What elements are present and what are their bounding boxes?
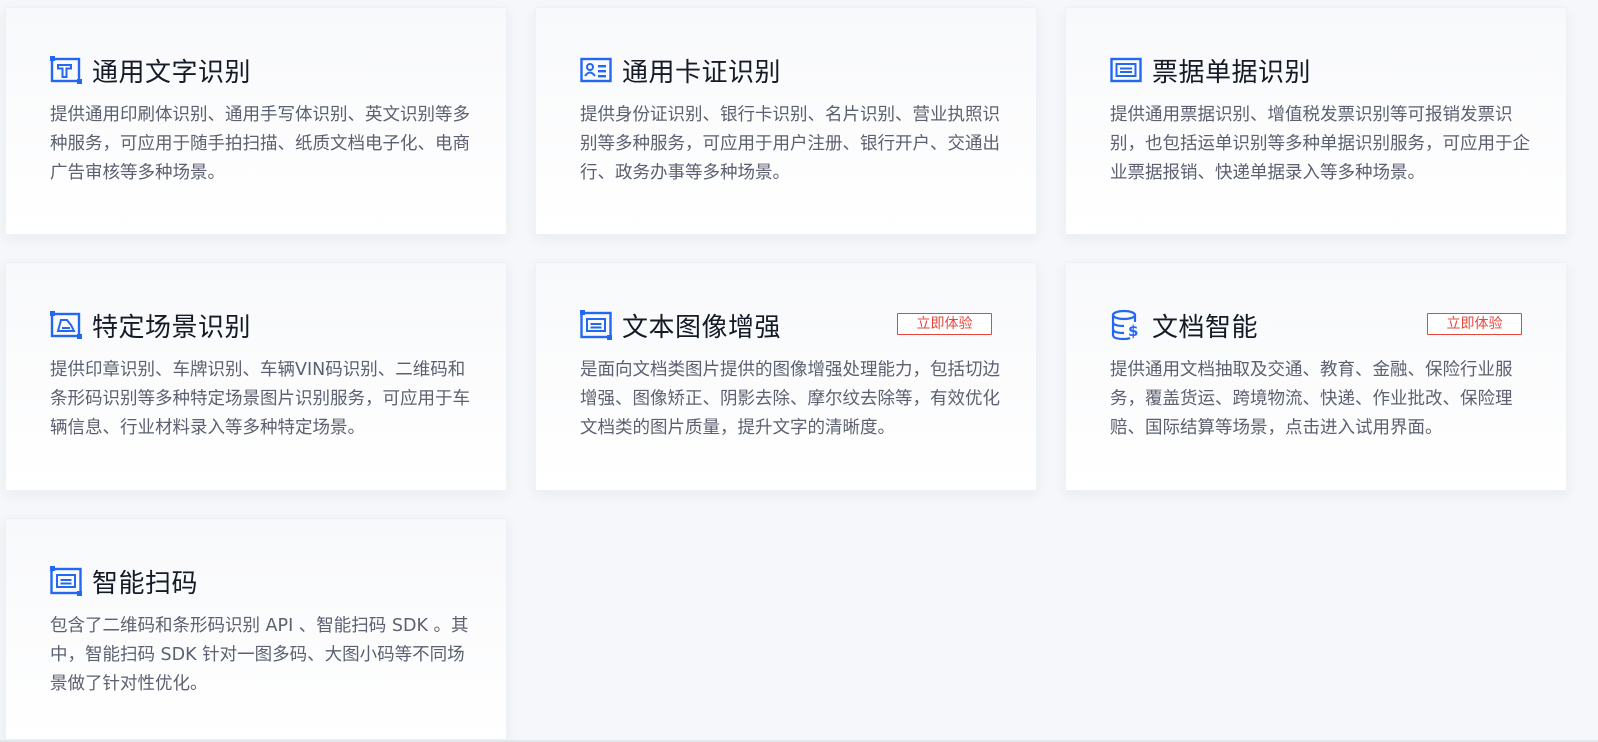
card-title: 通用卡证识别 xyxy=(622,57,782,88)
document-intelligence-icon: $ xyxy=(1110,309,1142,341)
card-title: 票据单据识别 xyxy=(1152,57,1312,88)
card-description: 提供印章识别、车牌识别、车辆VIN码识别、二维码和条形码识别等多种特定场景图片识… xyxy=(50,360,470,438)
card-title: 特定场景识别 xyxy=(92,312,252,343)
card-document-intelligence[interactable]: $ 文档智能 立即体验 提供通用文档抽取及交通、教育、金融、保险行业服务，覆盖货… xyxy=(1065,262,1567,491)
try-now-button[interactable]: 立即体验 xyxy=(897,313,992,335)
card-title: 文档智能 xyxy=(1152,312,1259,343)
card-title: 通用文字识别 xyxy=(92,57,252,88)
card-header: $ 文档智能 立即体验 xyxy=(1110,308,1546,343)
id-card-icon xyxy=(580,54,612,86)
card-title: 文本图像增强 xyxy=(622,312,782,343)
card-header: 通用文字识别 xyxy=(50,53,486,88)
qr-scan-icon xyxy=(50,565,82,597)
card-general-card-ocr[interactable]: 通用卡证识别 提供身份证识别、银行卡识别、名片识别、营业执照识别等多种服务，可应… xyxy=(535,7,1037,235)
scene-icon xyxy=(50,309,82,341)
card-header: 智能扫码 xyxy=(50,564,486,599)
card-description: 提供身份证识别、银行卡识别、名片识别、营业执照识别等多种服务，可应用于用户注册、… xyxy=(580,105,1000,183)
card-scene-ocr[interactable]: 特定场景识别 提供印章识别、车牌识别、车辆VIN码识别、二维码和条形码识别等多种… xyxy=(5,262,507,491)
card-receipt-ocr[interactable]: 票据单据识别 提供通用票据识别、增值税发票识别等可报销发票识别，也包括运单识别等… xyxy=(1065,7,1567,235)
card-header: 特定场景识别 xyxy=(50,308,486,343)
card-smart-scan[interactable]: 智能扫码 包含了二维码和条形码识别 API 、智能扫码 SDK 。其中，智能扫码… xyxy=(5,518,507,740)
svg-text:$: $ xyxy=(1128,322,1138,340)
card-header: 票据单据识别 xyxy=(1110,53,1546,88)
text-ocr-icon xyxy=(50,54,82,86)
card-description: 提供通用印刷体识别、通用手写体识别、英文识别等多种服务，可应用于随手拍扫描、纸质… xyxy=(50,105,470,183)
card-image-enhance[interactable]: 文本图像增强 立即体验 是面向文档类图片提供的图像增强处理能力，包括切边增强、图… xyxy=(535,262,1037,491)
card-description: 提供通用票据识别、增值税发票识别等可报销发票识别，也包括运单识别等多种单据识别服… xyxy=(1110,105,1530,183)
product-card-grid: 通用文字识别 提供通用印刷体识别、通用手写体识别、英文识别等多种服务，可应用于随… xyxy=(0,0,1598,742)
card-header: 通用卡证识别 xyxy=(580,53,1016,88)
card-description: 是面向文档类图片提供的图像增强处理能力，包括切边增强、图像矫正、阴影去除、摩尔纹… xyxy=(580,360,1000,438)
card-description: 包含了二维码和条形码识别 API 、智能扫码 SDK 。其中，智能扫码 SDK … xyxy=(50,616,469,694)
card-header: 文本图像增强 立即体验 xyxy=(580,308,1016,343)
card-title: 智能扫码 xyxy=(92,568,199,599)
image-enhance-icon xyxy=(580,309,612,341)
card-general-text-ocr[interactable]: 通用文字识别 提供通用印刷体识别、通用手写体识别、英文识别等多种服务，可应用于随… xyxy=(5,7,507,235)
receipt-icon xyxy=(1110,54,1142,86)
card-description: 提供通用文档抽取及交通、教育、金融、保险行业服务，覆盖货运、跨境物流、快递、作业… xyxy=(1110,360,1513,438)
try-now-button[interactable]: 立即体验 xyxy=(1427,313,1522,335)
